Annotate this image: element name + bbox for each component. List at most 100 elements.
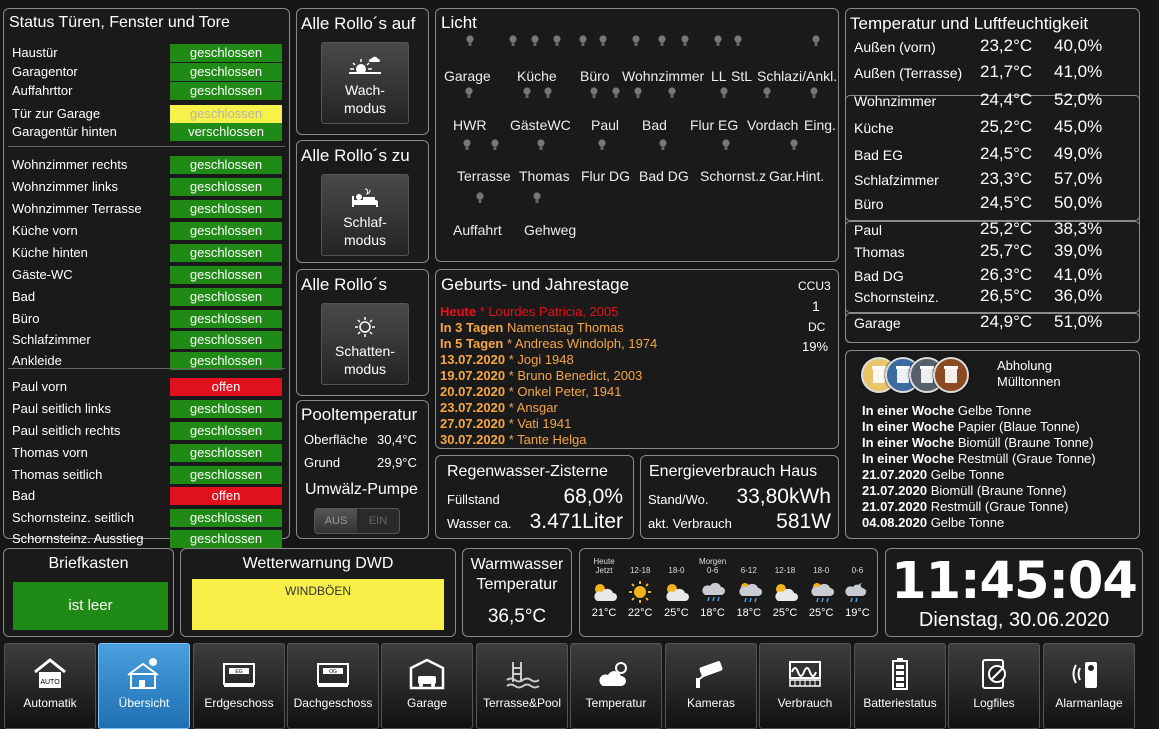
rollo-schatten-panel: Alle Rollo´s Schatten- modus: [296, 269, 429, 396]
lightbulb-icon[interactable]: [734, 35, 742, 47]
pump-toggle[interactable]: AUS EIN: [314, 508, 400, 534]
forecast-column: 12-18 25°C: [767, 557, 803, 619]
lightbulb-icon[interactable]: [634, 87, 642, 99]
nav-pool-button[interactable]: Terrasse&Pool: [476, 643, 568, 729]
lightbulb-icon[interactable]: [553, 35, 561, 47]
og-floor-icon: OG: [288, 656, 378, 692]
pump-title: Umwälz-Pumpe: [305, 481, 418, 498]
nav-meter-button[interactable]: Verbrauch: [759, 643, 851, 729]
lightbulb-icon[interactable]: [612, 87, 620, 99]
lightbulb-icon[interactable]: [533, 192, 541, 204]
lightbulb-icon[interactable]: [722, 139, 730, 151]
pump-on-label[interactable]: EIN: [357, 509, 399, 533]
lightbulb-icon[interactable]: [598, 139, 606, 151]
lightbulb-icon[interactable]: [720, 87, 728, 99]
event-text: * Bruno Benedict, 2003: [505, 368, 643, 383]
lightbulb-icon[interactable]: [810, 87, 818, 99]
schattenmodus-button[interactable]: Schatten- modus: [321, 303, 409, 385]
weather-sun-icon: [622, 581, 658, 603]
light-label[interactable]: Eing.: [804, 117, 836, 133]
nav-garage-button[interactable]: Garage: [381, 643, 473, 729]
event-row: 23.07.2020 * Ansgar: [440, 400, 558, 416]
light-label[interactable]: Terrasse: [457, 168, 511, 184]
light-label[interactable]: Büro: [580, 68, 610, 84]
nav-eg-floor-button[interactable]: EG Erdgeschoss: [193, 643, 285, 729]
nav-battery-button[interactable]: Batteriestatus: [854, 643, 946, 729]
lightbulb-icon[interactable]: [659, 139, 667, 151]
status-row: Thomas vorn geschlossen: [12, 443, 282, 462]
lightbulb-icon[interactable]: [658, 35, 666, 47]
light-label[interactable]: Küche: [517, 68, 557, 84]
status-row: Paul seitlich links geschlossen: [12, 399, 282, 418]
light-label[interactable]: Vordach: [747, 117, 798, 133]
light-label[interactable]: Paul: [591, 117, 619, 133]
lightbulb-icon[interactable]: [632, 35, 640, 47]
room-name: Bad DG: [854, 268, 904, 284]
lightbulb-icon[interactable]: [714, 35, 722, 47]
status-label: Thomas vorn: [12, 445, 88, 460]
lightbulb-icon[interactable]: [509, 35, 517, 47]
lightbulb-icon[interactable]: [544, 87, 552, 99]
nav-label: Temperatur: [585, 696, 647, 710]
lightbulb-icon[interactable]: [531, 35, 539, 47]
lightbulb-icon[interactable]: [491, 139, 499, 151]
lightbulb-icon[interactable]: [537, 139, 545, 151]
event-date: 27.07.2020: [440, 416, 506, 431]
light-label[interactable]: Gar.Hint.: [769, 168, 824, 184]
rollo-auf-panel: Alle Rollo´s auf Wach- modus: [296, 8, 429, 135]
lightbulb-icon[interactable]: [790, 139, 798, 151]
status-label: Küche vorn: [12, 223, 78, 238]
lightbulb-icon[interactable]: [466, 35, 474, 47]
alarm-icon: [1044, 656, 1134, 692]
lightbulb-icon[interactable]: [465, 87, 473, 99]
pump-off-label[interactable]: AUS: [315, 509, 357, 533]
nav-og-floor-button[interactable]: OG Dachgeschoss: [287, 643, 379, 729]
status-row: Schornsteinz. seitlich geschlossen: [12, 508, 282, 527]
lightbulb-icon[interactable]: [590, 87, 598, 99]
lightbulb-icon[interactable]: [763, 87, 771, 99]
waste-type: Restmüll (Graue Tonne): [954, 451, 1096, 466]
light-label[interactable]: StL: [731, 68, 752, 84]
light-label[interactable]: GästeWC: [510, 117, 571, 133]
light-label[interactable]: Garage: [444, 68, 491, 84]
light-label[interactable]: LL: [711, 68, 727, 84]
light-label[interactable]: Bad: [642, 117, 667, 133]
light-label[interactable]: Auffahrt: [453, 222, 502, 238]
status-label: Paul seitlich rechts: [12, 423, 121, 438]
events-list: Heute * Lourdes Patricia, 2005 In 3 Tagen…: [436, 304, 796, 449]
light-label[interactable]: Flur DG: [581, 168, 630, 184]
lightbulb-icon[interactable]: [523, 87, 531, 99]
lightbulb-icon[interactable]: [681, 35, 689, 47]
nav-auto-house-button[interactable]: AUTO Automatik: [4, 643, 96, 729]
nav-log-button[interactable]: Logfiles: [948, 643, 1040, 729]
wachmodus-button[interactable]: Wach- modus: [321, 42, 409, 124]
light-label[interactable]: HWR: [453, 117, 486, 133]
light-label[interactable]: Wohnzimmer: [622, 68, 704, 84]
nav-label: Kameras: [686, 696, 736, 710]
lightbulb-icon[interactable]: [668, 87, 676, 99]
lightbulb-icon[interactable]: [463, 139, 471, 151]
nav-camera-button[interactable]: Kameras: [665, 643, 757, 729]
nav-alarm-button[interactable]: Alarmanlage: [1043, 643, 1135, 729]
weather-sun-cloud-icon: [767, 581, 803, 603]
lightbulb-icon[interactable]: [579, 35, 587, 47]
light-label[interactable]: Schornst.z: [700, 168, 766, 184]
nav-weather-button[interactable]: Temperatur: [570, 643, 662, 729]
light-label[interactable]: Gehweg: [524, 222, 576, 238]
nav-house-overview-button[interactable]: Übersicht: [98, 643, 190, 729]
lightbulb-icon[interactable]: [476, 192, 484, 204]
status-value: geschlossen: [170, 244, 282, 262]
light-label[interactable]: Schlazi/Ankl.: [757, 68, 837, 84]
schlafmodus-button[interactable]: Schlaf- modus: [321, 174, 409, 256]
camera-icon: [666, 656, 756, 692]
light-label[interactable]: Thomas: [519, 168, 570, 184]
lightbulb-icon[interactable]: [599, 35, 607, 47]
waste-type: Gelbe Tonne: [927, 467, 1005, 482]
status-value: geschlossen: [170, 444, 282, 462]
lightbulb-icon[interactable]: [812, 35, 820, 47]
nav-label: Alarmanlage: [1055, 696, 1123, 710]
light-label[interactable]: Bad DG: [639, 168, 689, 184]
status-label: Schornsteinz. seitlich: [12, 510, 135, 525]
waste-date: In einer Woche: [862, 419, 955, 434]
light-label[interactable]: Flur EG: [690, 117, 738, 133]
